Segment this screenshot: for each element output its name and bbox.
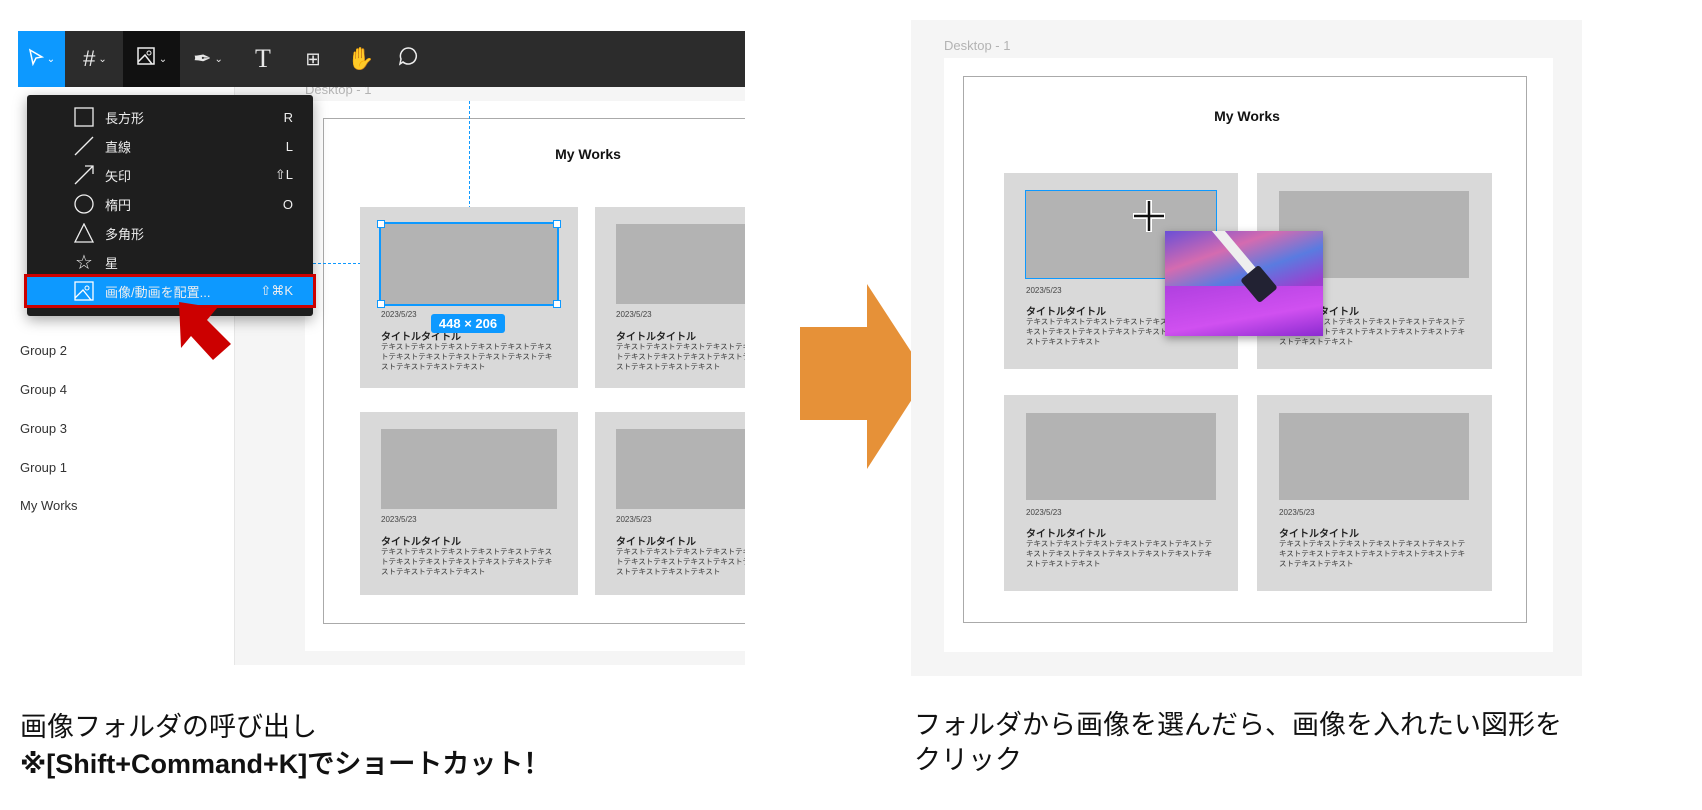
menu-label: 星: [105, 255, 119, 271]
image-placeholder[interactable]: [616, 224, 745, 304]
card-date: 2023/5/23: [1026, 286, 1062, 295]
menu-item-rectangle[interactable]: 長方形 R: [27, 103, 313, 131]
image-tool[interactable]: ⌄: [123, 31, 180, 87]
menu-shortcut: ⇧L: [274, 167, 293, 182]
text-tool[interactable]: T: [246, 31, 280, 87]
resize-handle[interactable]: [377, 220, 385, 228]
left-caption-line1: 画像フォルダの呼び出し: [20, 712, 317, 742]
menu-shortcut: O: [282, 196, 293, 212]
menu-item-star[interactable]: ☆ 星: [27, 248, 313, 276]
layer-item[interactable]: Group 1: [20, 460, 67, 475]
resize-handle[interactable]: [377, 300, 385, 308]
right-caption-line2: クリック: [914, 745, 1022, 775]
menu-shortcut: R: [283, 109, 293, 125]
hand-tool[interactable]: ✋: [344, 31, 378, 87]
card-title: タイトルタイトル: [1026, 529, 1106, 540]
card-date: 2023/5/23: [381, 310, 417, 319]
chevron-down-icon: ⌄: [46, 53, 56, 65]
dragged-image-thumbnail: [1165, 231, 1323, 336]
menu-item-arrow[interactable]: 矢印 ⇧L: [27, 161, 313, 189]
menu-shortcut: ⇧⌘K: [260, 283, 293, 298]
crosshair-cursor-icon: [1133, 200, 1165, 232]
image-placeholder[interactable]: [1026, 413, 1216, 500]
red-pointer-arrow-icon: [179, 302, 231, 360]
work-card[interactable]: 2023/5/23 タイトルタイトル テキストテキストテキストテキストテキストテ…: [360, 207, 578, 388]
frame-title: My Works: [555, 146, 621, 162]
work-card[interactable]: 2023/5/23 タイトルタイトル テキストテキストテキストテキストテキストテ…: [595, 412, 745, 595]
menu-label: 長方形: [105, 110, 145, 126]
size-badge: 448 × 206: [431, 314, 505, 333]
layer-item[interactable]: Group 4: [20, 382, 67, 397]
star-icon: ☆: [75, 251, 93, 274]
pen-tool[interactable]: ✒ ⌄: [183, 31, 233, 87]
card-body: テキストテキストテキストテキストテキストテキストテキストテキストテキストテキスト…: [616, 342, 788, 371]
card-title: タイトルタイトル: [616, 332, 696, 343]
shape-tools-menu: 長方形 R 直線 L 矢印 ⇧L 楕円 O 多角形 ☆ 星 画像/動画を配置... ⇧⌘K: [24, 95, 316, 316]
chevron-down-icon: ⌄: [158, 53, 168, 65]
layer-item[interactable]: My Works: [20, 498, 78, 513]
menu-label: 矢印: [105, 168, 132, 184]
work-card[interactable]: 2023/5/23 タイトルタイトル テキストテキストテキストテキストテキストテ…: [1257, 395, 1492, 591]
card-title: タイトルタイトル: [381, 537, 461, 548]
card-date: 2023/5/23: [381, 515, 417, 524]
hand-icon: ✋: [347, 46, 375, 71]
card-date: 2023/5/23: [616, 515, 652, 524]
square-icon: [73, 107, 95, 127]
image-placeholder[interactable]: [1279, 413, 1469, 500]
comment-icon: [398, 46, 418, 72]
card-body: テキストテキストテキストテキストテキストテキストテキストテキストテキストテキスト…: [616, 547, 788, 576]
resources-tool[interactable]: ⊞: [296, 31, 330, 87]
pen-icon: ✒: [193, 46, 212, 71]
work-card[interactable]: 2023/5/23 タイトルタイトル テキストテキストテキストテキストテキストテ…: [360, 412, 578, 595]
components-icon: ⊞: [305, 48, 321, 69]
image-icon: [136, 46, 156, 72]
menu-shortcut: L: [285, 138, 293, 154]
card-date: 2023/5/23: [616, 310, 652, 319]
card-date: 2023/5/23: [1026, 508, 1062, 517]
card-body: テキストテキストテキストテキストテキストテキストテキストテキストテキストテキスト…: [381, 342, 553, 371]
card-body: テキストテキストテキストテキストテキストテキストテキストテキストテキストテキスト…: [381, 547, 553, 576]
frame-title: My Works: [1214, 108, 1280, 124]
comment-tool[interactable]: [391, 31, 425, 87]
image-placeholder[interactable]: [616, 429, 745, 509]
card-title: タイトルタイトル: [616, 537, 696, 548]
menu-label: 直線: [105, 139, 132, 155]
chevron-down-icon: ⌄: [98, 53, 107, 65]
move-tool[interactable]: ⌄: [18, 31, 65, 87]
resize-handle[interactable]: [553, 220, 561, 228]
card-date: 2023/5/23: [1279, 508, 1315, 517]
layer-item[interactable]: Group 3: [20, 421, 67, 436]
line-icon: [73, 136, 95, 156]
ellipse-icon: [73, 194, 95, 214]
work-card[interactable]: 2023/5/23 タイトルタイトル テキストテキストテキストテキストテキストテ…: [595, 207, 745, 388]
image-placeholder-selected[interactable]: [379, 222, 559, 306]
toolbar: ⌄ # ⌄ ⌄ ✒ ⌄ T ⊞ ✋: [18, 31, 745, 87]
menu-item-polygon[interactable]: 多角形: [27, 219, 313, 247]
chevron-down-icon: ⌄: [214, 53, 223, 65]
menu-label: 多角形: [105, 226, 145, 242]
card-body: テキストテキストテキストテキストテキストテキストテキストテキストテキストテキスト…: [1026, 539, 1213, 568]
guide-vertical: [469, 101, 470, 224]
frame-label: Desktop - 1: [944, 38, 1011, 53]
card-body: テキストテキストテキストテキストテキストテキストテキストテキストテキストテキスト…: [1279, 539, 1466, 568]
layer-item[interactable]: Group 2: [20, 343, 67, 358]
text-icon: T: [255, 44, 271, 73]
left-caption-line2: ※[Shift+Command+K]でショートカット！: [20, 749, 551, 779]
menu-label: 楕円: [105, 197, 132, 213]
card-title: タイトルタイトル: [1279, 529, 1359, 540]
hash-frame-icon: #: [83, 46, 96, 71]
menu-item-line[interactable]: 直線 L: [27, 132, 313, 160]
card-title: タイトルタイトル: [1026, 307, 1106, 318]
triangle-icon: [73, 223, 95, 243]
right-caption-line1: フォルダから画像を選んだら、画像を入れたい図形を: [914, 710, 1562, 740]
cursor-arrow-icon: [28, 46, 44, 72]
image-placeholder[interactable]: [381, 429, 557, 509]
menu-item-ellipse[interactable]: 楕円 O: [27, 190, 313, 218]
resize-handle[interactable]: [553, 300, 561, 308]
arrow-icon: [73, 165, 95, 185]
frame-tool[interactable]: # ⌄: [70, 31, 120, 87]
image-icon: [73, 281, 95, 301]
work-card[interactable]: 2023/5/23 タイトルタイトル テキストテキストテキストテキストテキストテ…: [1004, 395, 1238, 591]
